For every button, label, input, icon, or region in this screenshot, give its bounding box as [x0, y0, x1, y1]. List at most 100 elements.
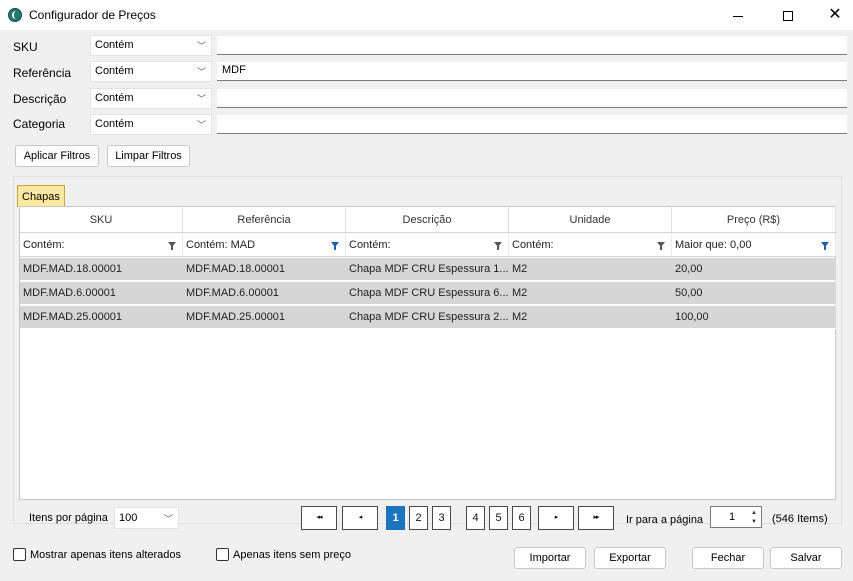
- column-filter-sku[interactable]: Contém:: [20, 234, 183, 256]
- filter-input-categoria[interactable]: [217, 115, 847, 134]
- column-header-preco[interactable]: Preço (R$): [672, 207, 836, 232]
- filter-operator-categoria[interactable]: Contém ﹀: [90, 114, 212, 135]
- apply-filters-button[interactable]: Aplicar Filtros: [15, 145, 99, 167]
- goto-page-label: Ir para a página: [626, 514, 704, 526]
- save-button[interactable]: Salvar: [770, 547, 842, 569]
- filter-operator-categoria-value: Contém: [95, 118, 134, 130]
- title-bar: Configurador de Preços ✕: [0, 0, 853, 30]
- column-filter-preco-text: Maior que: 0,00: [675, 239, 752, 251]
- items-per-page-value: 100: [119, 512, 138, 524]
- items-per-page-label: Itens por página: [29, 512, 108, 524]
- filter-funnel-icon[interactable]: [168, 242, 176, 250]
- window-title: Configurador de Preços: [29, 8, 156, 22]
- page-button-5[interactable]: 5: [489, 506, 508, 530]
- column-header-sku[interactable]: SKU: [20, 207, 183, 232]
- table-row[interactable]: MDF.MAD.6.00001 MDF.MAD.6.00001 Chapa MD…: [20, 282, 836, 305]
- filter-input-sku[interactable]: [217, 36, 847, 55]
- cell-descricao[interactable]: Chapa MDF CRU Espessura 1...: [346, 258, 509, 280]
- cell-unidade[interactable]: M2: [509, 306, 672, 328]
- import-button[interactable]: Importar: [514, 547, 586, 569]
- app-logo-icon: [8, 8, 22, 22]
- column-filter-referencia-text: Contém: MAD: [186, 239, 256, 251]
- cell-preco[interactable]: 20,00: [672, 258, 836, 280]
- cell-preco[interactable]: 50,00: [672, 282, 836, 304]
- first-page-button[interactable]: ◂◂: [301, 506, 337, 530]
- filter-operator-referencia-value: Contém: [95, 65, 134, 77]
- cell-descricao[interactable]: Chapa MDF CRU Espessura 2...: [346, 306, 509, 328]
- checkbox-box[interactable]: [216, 548, 229, 561]
- column-filter-descricao[interactable]: Contém:: [346, 234, 509, 256]
- cell-sku[interactable]: MDF.MAD.6.00001: [20, 282, 183, 304]
- minimize-icon: [733, 15, 743, 17]
- next-page-button[interactable]: ▸: [538, 506, 574, 530]
- column-filter-unidade-text: Contém:: [512, 239, 554, 251]
- page-button-1[interactable]: 1: [386, 506, 405, 530]
- chevron-down-icon: ﹀: [196, 41, 206, 51]
- column-header-referencia[interactable]: Referência: [183, 207, 346, 232]
- filter-funnel-icon[interactable]: [494, 242, 502, 250]
- minimize-button[interactable]: [715, 0, 761, 30]
- chevron-down-icon: ﹀: [163, 514, 173, 524]
- export-button[interactable]: Exportar: [594, 547, 666, 569]
- filter-input-referencia[interactable]: MDF: [217, 62, 847, 81]
- column-header-descricao[interactable]: Descrição: [346, 207, 509, 232]
- cell-descricao[interactable]: Chapa MDF CRU Espessura 6...: [346, 282, 509, 304]
- no-price-checkbox[interactable]: Apenas itens sem preço: [216, 548, 351, 561]
- items-count: (546 Items): [772, 513, 828, 525]
- page-button-3[interactable]: 3: [432, 506, 451, 530]
- column-filter-descricao-text: Contém:: [349, 239, 391, 251]
- page-button-2[interactable]: 2: [409, 506, 428, 530]
- page-button-4[interactable]: 4: [466, 506, 485, 530]
- cell-referencia[interactable]: MDF.MAD.6.00001: [183, 282, 346, 304]
- items-per-page-select[interactable]: 100 ﹀: [114, 507, 179, 529]
- no-price-label: Apenas itens sem preço: [233, 548, 352, 561]
- only-changed-checkbox[interactable]: Mostrar apenas itens alterados: [13, 548, 181, 561]
- tab-chapas[interactable]: Chapas: [17, 185, 65, 207]
- cell-referencia[interactable]: MDF.MAD.25.00001: [183, 306, 346, 328]
- cell-sku[interactable]: MDF.MAD.18.00001: [20, 258, 183, 280]
- last-page-button[interactable]: ▸▸: [578, 506, 614, 530]
- filter-operator-descricao[interactable]: Contém ﹀: [90, 88, 212, 109]
- maximize-button[interactable]: [765, 0, 811, 30]
- filter-operator-referencia[interactable]: Contém ﹀: [90, 61, 212, 82]
- close-button[interactable]: Fechar: [692, 547, 764, 569]
- spin-up-icon[interactable]: ▲: [749, 509, 759, 517]
- grid-header-row: SKU Referência Descrição Unidade Preço (…: [20, 207, 836, 233]
- close-icon: ✕: [828, 6, 842, 23]
- filter-funnel-icon[interactable]: [657, 242, 665, 250]
- cell-sku[interactable]: MDF.MAD.25.00001: [20, 306, 183, 328]
- filter-operator-sku-value: Contém: [95, 39, 134, 51]
- filter-label-referencia: Referência: [13, 66, 72, 80]
- spin-down-icon[interactable]: ▼: [749, 518, 759, 526]
- table-row[interactable]: MDF.MAD.25.00001 MDF.MAD.25.00001 Chapa …: [20, 306, 836, 329]
- column-filter-preco[interactable]: Maior que: 0,00: [672, 234, 836, 256]
- close-window-button[interactable]: ✕: [812, 0, 853, 30]
- filter-input-descricao[interactable]: [217, 89, 847, 108]
- prev-page-button[interactable]: ◂: [342, 506, 378, 530]
- chevron-down-icon: ﹀: [196, 67, 206, 77]
- goto-page-value: 1: [729, 511, 736, 523]
- filter-label-sku: SKU: [13, 40, 38, 54]
- column-filter-referencia[interactable]: Contém: MAD: [183, 234, 346, 256]
- column-filter-unidade[interactable]: Contém:: [509, 234, 672, 256]
- data-grid: SKU Referência Descrição Unidade Preço (…: [19, 206, 836, 500]
- grid-filter-row: Contém: Contém: MAD Contém: Contém: Maio…: [20, 234, 836, 257]
- checkbox-box[interactable]: [13, 548, 26, 561]
- chevron-down-icon: ﹀: [196, 94, 206, 104]
- chevron-down-icon: ﹀: [196, 120, 206, 130]
- cell-unidade[interactable]: M2: [509, 258, 672, 280]
- only-changed-label: Mostrar apenas itens alterados: [30, 548, 182, 561]
- cell-referencia[interactable]: MDF.MAD.18.00001: [183, 258, 346, 280]
- filter-funnel-active-icon[interactable]: [821, 242, 829, 250]
- table-row[interactable]: MDF.MAD.18.00001 MDF.MAD.18.00001 Chapa …: [20, 258, 836, 281]
- cell-preco[interactable]: 100,00: [672, 306, 836, 328]
- cell-unidade[interactable]: M2: [509, 282, 672, 304]
- filter-operator-sku[interactable]: Contém ﹀: [90, 35, 212, 56]
- goto-page-spinner[interactable]: 1 ▲ ▼: [710, 506, 762, 528]
- filter-funnel-active-icon[interactable]: [331, 242, 339, 250]
- maximize-icon: [783, 11, 793, 22]
- clear-filters-button[interactable]: Limpar Filtros: [107, 145, 190, 167]
- filter-operator-descricao-value: Contém: [95, 92, 134, 104]
- column-header-unidade[interactable]: Unidade: [509, 207, 672, 232]
- page-button-6[interactable]: 6: [512, 506, 531, 530]
